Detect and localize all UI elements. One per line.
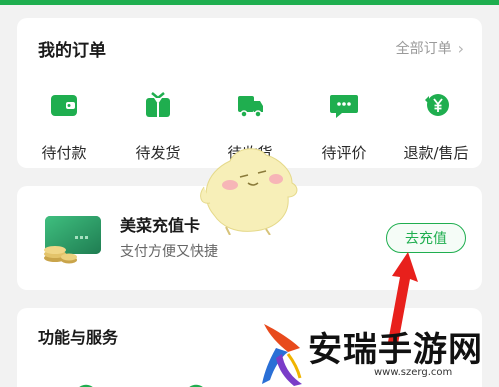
order-item-pending-review[interactable]: 待评价 bbox=[299, 90, 389, 163]
watermark-url: www.szerg.com bbox=[374, 367, 453, 378]
all-orders-link[interactable]: 全部订单 › bbox=[396, 38, 464, 58]
gift-box-icon bbox=[146, 92, 170, 117]
services-title: 功能与服务 bbox=[38, 328, 119, 347]
all-orders-label: 全部订单 bbox=[395, 41, 452, 57]
order-item-refund-after-sales[interactable]: 退款/售后 bbox=[391, 90, 481, 163]
orders-title: 我的订单 bbox=[38, 41, 106, 61]
refund-yen-icon bbox=[425, 94, 449, 116]
delivery-truck-icon bbox=[238, 96, 263, 118]
wallet-icon bbox=[51, 95, 77, 116]
chevron-right-icon: › bbox=[457, 38, 464, 58]
order-item-pending-shipment[interactable]: 待发货 bbox=[113, 90, 203, 163]
top-accent-bar bbox=[0, 0, 499, 5]
order-label-refund-after-sales: 退款/售后 bbox=[403, 144, 469, 162]
go-recharge-button[interactable]: 去充值 bbox=[386, 223, 466, 253]
recharge-subtitle: 支付方便又快捷 bbox=[120, 244, 218, 260]
site-watermark: 安瑞手游网 www.szerg.com bbox=[254, 318, 499, 387]
comment-bubble-icon bbox=[330, 95, 358, 118]
order-label-pending-shipment: 待发货 bbox=[135, 144, 181, 162]
recharge-title: 美菜充值卡 bbox=[120, 216, 201, 235]
service-icon-partial[interactable] bbox=[183, 380, 209, 387]
service-icon-partial[interactable] bbox=[73, 380, 99, 387]
watermark-logo-icon bbox=[262, 324, 302, 386]
order-item-pending-payment[interactable]: 待付款 bbox=[19, 90, 109, 163]
recharge-card-coins-icon bbox=[44, 216, 101, 264]
order-label-pending-review: 待评价 bbox=[321, 144, 367, 162]
mascot-chick-icon bbox=[200, 148, 298, 235]
order-label-pending-payment: 待付款 bbox=[41, 144, 87, 162]
watermark-text: 安瑞手游网 bbox=[308, 330, 483, 370]
